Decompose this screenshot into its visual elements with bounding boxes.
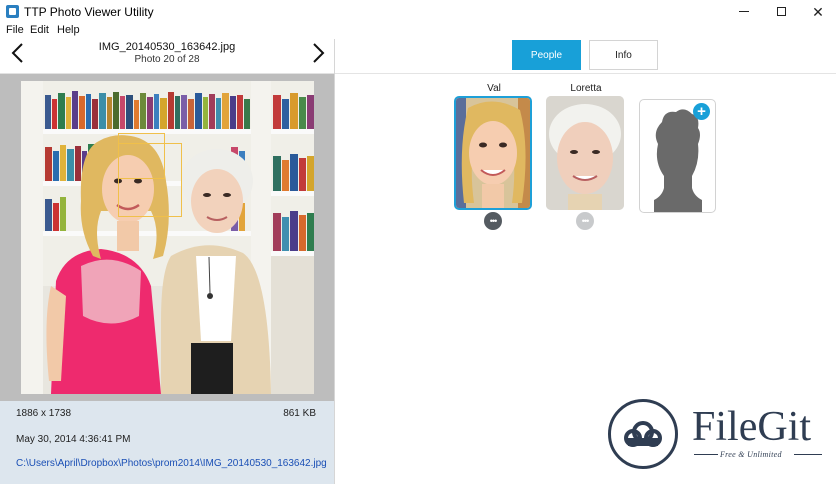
person-more-button-loretta[interactable]: •••: [576, 212, 594, 230]
photo-viewer: [0, 74, 334, 401]
val-face-thumbnail: [456, 98, 530, 208]
person-more-button-val[interactable]: •••: [484, 212, 502, 230]
photo-header: IMG_20140530_163642.jpg Photo 20 of 28: [0, 39, 334, 74]
tab-info[interactable]: Info: [589, 40, 658, 70]
file-path-link[interactable]: C:\Users\April\Dropbox\Photos\prom2014\I…: [16, 458, 327, 469]
menu-file[interactable]: File: [6, 24, 24, 36]
pane-divider: [334, 39, 335, 484]
person-name-loretta: Loretta: [570, 83, 602, 94]
watermark-tagline: Free & Unlimited: [720, 450, 782, 459]
person-thumbnail-loretta[interactable]: [546, 96, 624, 210]
photo-date: May 30, 2014 4:36:41 PM: [16, 434, 131, 445]
tab-people[interactable]: People: [512, 40, 581, 70]
close-icon: ✕: [812, 3, 824, 20]
watermark-line-right: [794, 454, 822, 455]
add-person-plus-icon[interactable]: +: [693, 103, 710, 120]
tab-header-divider: [335, 73, 836, 74]
watermark-line-left: [694, 454, 718, 455]
photo-app-icon: [6, 5, 19, 18]
minimize-icon: [739, 11, 749, 12]
person-thumbnail-val[interactable]: [454, 96, 532, 210]
loretta-face-thumbnail: [546, 96, 624, 210]
maximize-icon: [776, 7, 786, 16]
photo-counter: Photo 20 of 28: [134, 54, 200, 65]
photo-image: [21, 81, 314, 394]
next-photo-button[interactable]: [308, 41, 328, 65]
menu-edit[interactable]: Edit: [30, 24, 49, 36]
window-title: TTP Photo Viewer Utility: [24, 5, 154, 19]
filegit-watermark: FileGit Free & Unlimited: [608, 396, 830, 472]
image-dimensions: 1886 x 1738: [16, 408, 72, 419]
title-bar: TTP Photo Viewer Utility ✕: [0, 0, 836, 23]
file-size: 861 KB: [283, 408, 316, 419]
cloud-logo-icon: [608, 399, 678, 469]
photo-illustration: [21, 81, 314, 394]
menu-bar: File Edit Help: [0, 23, 836, 39]
photo-filename: IMG_20140530_163642.jpg: [98, 41, 236, 53]
face-detection-box-val[interactable]: [118, 143, 182, 217]
close-button[interactable]: ✕: [795, 0, 836, 23]
chevron-right-icon: [313, 43, 325, 63]
menu-help[interactable]: Help: [57, 24, 80, 36]
watermark-brand: FileGit: [692, 404, 812, 450]
person-name-val: Val: [487, 83, 501, 94]
file-info-panel: 1886 x 1738 861 KB May 30, 2014 4:36:41 …: [0, 401, 334, 484]
